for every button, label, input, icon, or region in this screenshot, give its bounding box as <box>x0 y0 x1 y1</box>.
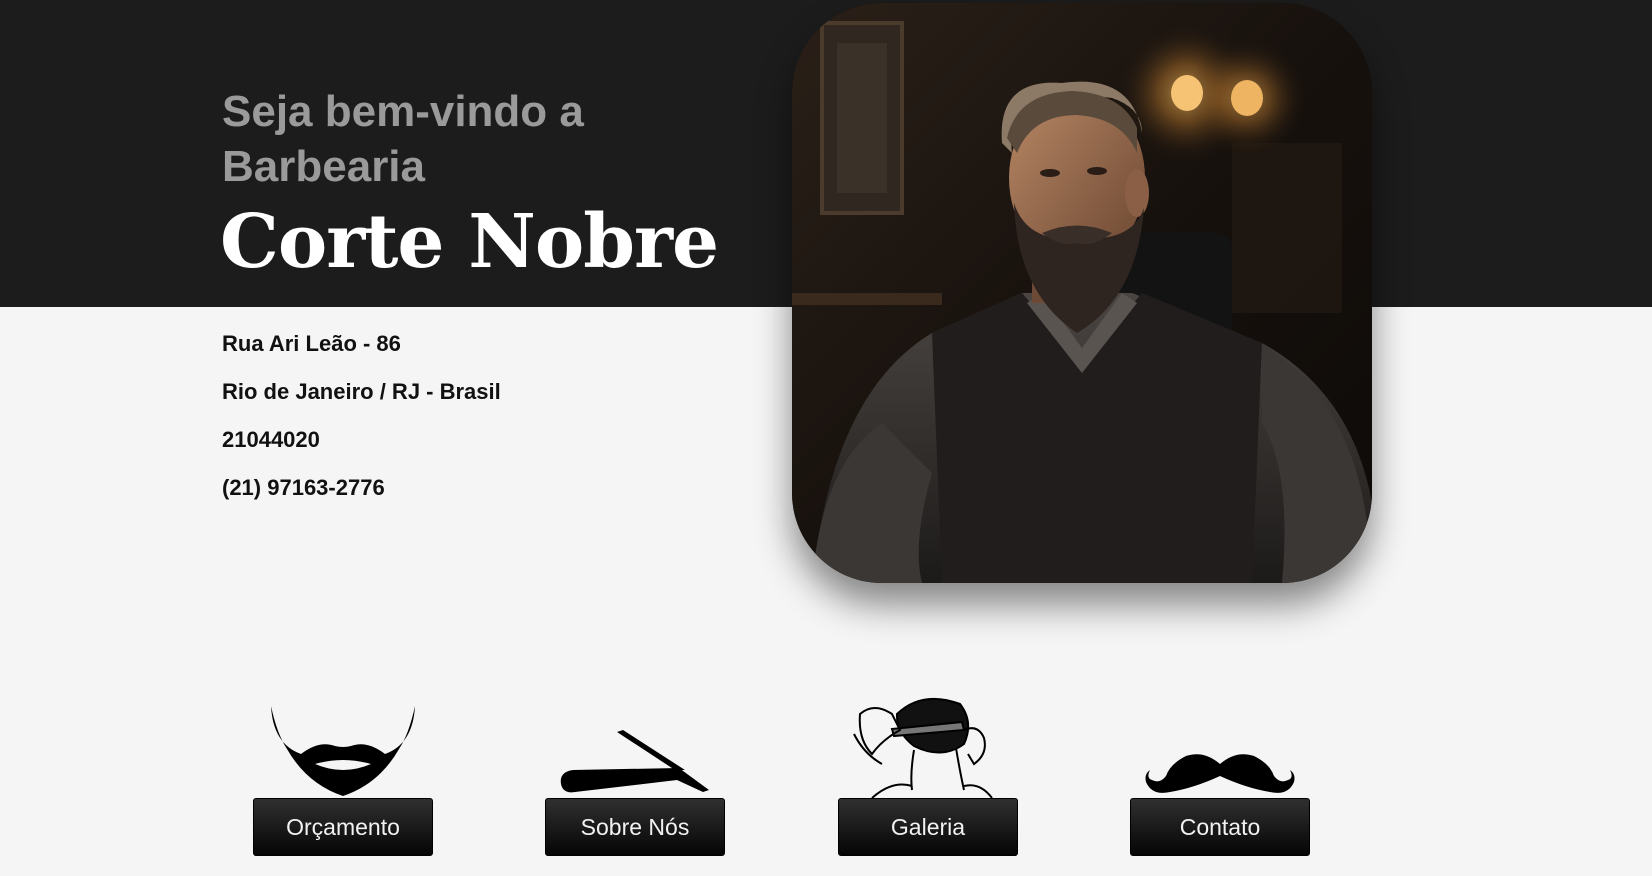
brand-title: Corte Nobre <box>220 199 719 285</box>
welcome-heading: Seja bem-vindo a Barbearia <box>222 87 584 191</box>
haircut-icon <box>838 694 1018 798</box>
sobre-nos-button[interactable]: Sobre Nós <box>545 798 725 856</box>
address-postal-code: 21044020 <box>222 427 320 452</box>
address-phone: (21) 97163-2776 <box>222 475 385 500</box>
address-block: Rua Ari Leão - 86 Rio de Janeiro / RJ - … <box>222 326 501 518</box>
beard-icon <box>253 694 433 798</box>
service-galeria: Galeria <box>838 694 1018 858</box>
hero-photo <box>792 3 1372 583</box>
galeria-button[interactable]: Galeria <box>838 798 1018 856</box>
service-sobre-nos: Sobre Nós <box>545 694 725 858</box>
address-street: Rua Ari Leão - 86 <box>222 331 401 356</box>
mustache-icon <box>1130 694 1310 798</box>
straight-razor-icon <box>545 694 725 798</box>
service-orcamento: Orçamento <box>253 694 433 858</box>
address-city: Rio de Janeiro / RJ - Brasil <box>222 379 501 404</box>
service-contato: Contato <box>1130 694 1310 858</box>
contato-button[interactable]: Contato <box>1130 798 1310 856</box>
orcamento-button[interactable]: Orçamento <box>253 798 433 856</box>
